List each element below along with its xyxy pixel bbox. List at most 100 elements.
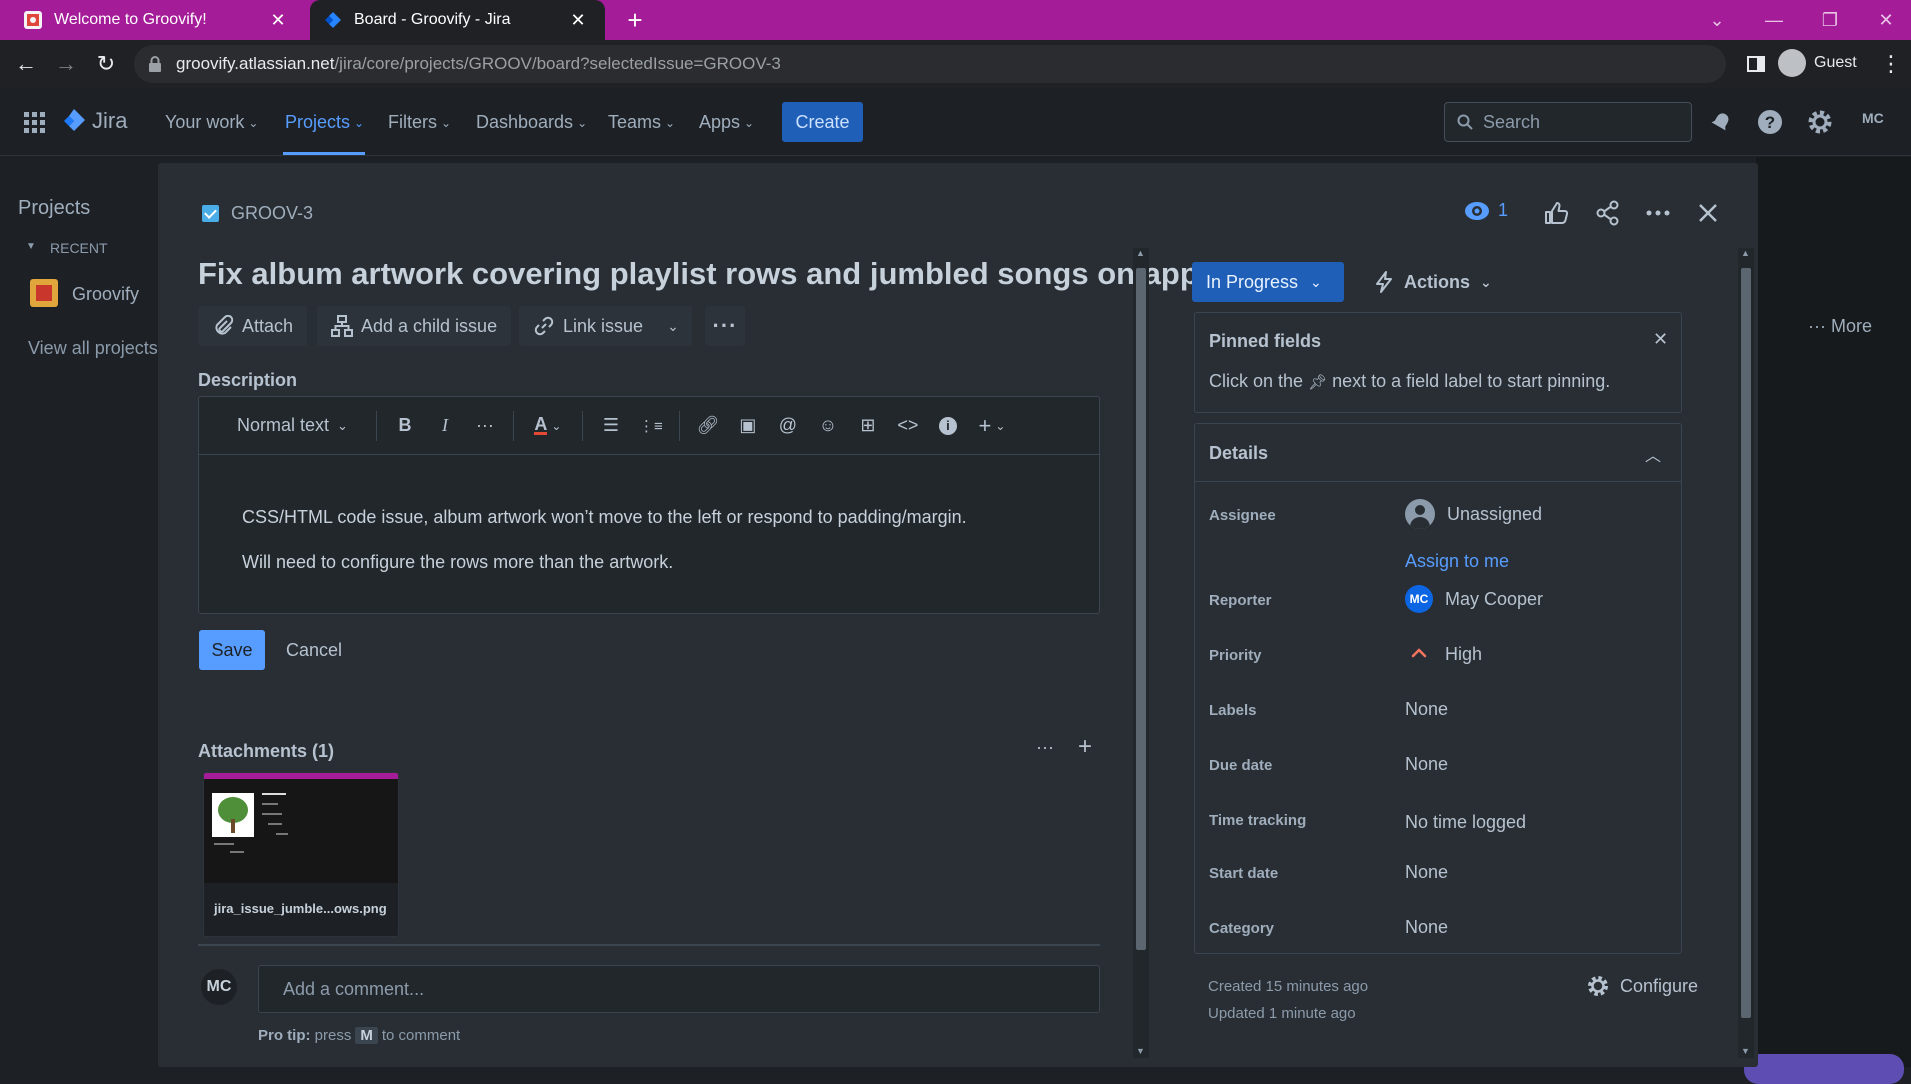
more-actions-icon[interactable] xyxy=(1644,199,1672,227)
nav-filters[interactable]: Filters ⌄ xyxy=(388,112,451,133)
actions-dropdown[interactable]: Actions ⌄ xyxy=(1374,262,1492,302)
address-bar[interactable]: groovify.atlassian.net/jira/core/project… xyxy=(134,45,1726,83)
close-tab-icon[interactable]: ✕ xyxy=(569,11,587,29)
assignee-value: Unassigned xyxy=(1447,503,1543,524)
table-icon[interactable]: ⊞ xyxy=(848,408,888,444)
bold-icon[interactable]: B xyxy=(385,408,425,444)
link-issue-dropdown[interactable]: ⌄ xyxy=(654,306,692,346)
text-style-dropdown[interactable]: Normal text ⌄ xyxy=(237,415,368,436)
search-input[interactable]: Search xyxy=(1444,102,1692,142)
chevron-up-icon[interactable]: ︿ xyxy=(1645,442,1661,466)
toolbar-divider xyxy=(512,410,514,441)
nav-projects[interactable]: Projects ⌄ xyxy=(285,112,364,133)
board-more-button[interactable]: ··· More xyxy=(1808,316,1872,337)
save-button[interactable]: Save xyxy=(199,630,265,670)
share-icon[interactable] xyxy=(1594,199,1622,227)
add-attachment-icon[interactable]: + xyxy=(1078,733,1092,761)
priority-field[interactable]: High xyxy=(1405,640,1482,668)
watch-button[interactable]: 1 xyxy=(1464,200,1508,221)
sidebar-item-groovify[interactable]: Groovify xyxy=(72,284,139,305)
view-all-projects-link[interactable]: View all projects xyxy=(28,338,158,359)
issue-key-breadcrumb[interactable]: GROOV-3 xyxy=(202,203,313,224)
back-icon[interactable]: ← xyxy=(12,50,40,78)
tab-search-icon[interactable]: ⌄ xyxy=(1703,6,1731,34)
details-header[interactable]: Details ︿ xyxy=(1195,424,1681,482)
panel-scrollbar[interactable]: ▲ ▼ xyxy=(1738,248,1754,1058)
browser-menu-icon[interactable]: ⋮ xyxy=(1880,50,1902,78)
description-content[interactable]: CSS/HTML code issue, album artwork won’t… xyxy=(242,495,967,585)
close-tab-icon[interactable]: ✕ xyxy=(269,11,287,29)
minimize-icon[interactable]: — xyxy=(1760,6,1788,34)
code-icon[interactable]: <> xyxy=(888,408,928,444)
description-paragraph: CSS/HTML code issue, album artwork won’t… xyxy=(242,507,967,527)
scroll-down-icon[interactable]: ▼ xyxy=(1136,1046,1145,1056)
scroll-up-icon[interactable]: ▲ xyxy=(1136,248,1145,258)
numbered-list-icon[interactable]: ⋮≡ xyxy=(631,408,671,444)
scroll-down-icon[interactable]: ▼ xyxy=(1741,1046,1750,1056)
nav-teams[interactable]: Teams ⌄ xyxy=(608,112,675,133)
reporter-field[interactable]: MC May Cooper xyxy=(1405,585,1543,613)
image-icon[interactable]: ▣ xyxy=(728,408,768,444)
nav-your-work[interactable]: Your work ⌄ xyxy=(165,112,258,133)
main-scrollbar[interactable]: ▲ ▼ xyxy=(1133,248,1149,1058)
close-window-icon[interactable]: ✕ xyxy=(1872,6,1900,34)
time-tracking-value[interactable]: No time logged xyxy=(1405,812,1526,833)
comment-input[interactable]: Add a comment... xyxy=(258,965,1100,1013)
app-switcher-icon[interactable] xyxy=(24,112,46,134)
attach-button[interactable]: Attach xyxy=(198,306,308,346)
side-panel-icon[interactable] xyxy=(1742,50,1770,78)
scroll-up-icon[interactable]: ▲ xyxy=(1741,248,1750,258)
link-issue-button[interactable]: Link issue xyxy=(519,306,658,346)
configure-button[interactable]: Configure xyxy=(1586,974,1698,998)
sidebar-recent-heading[interactable]: RECENT xyxy=(26,240,108,256)
reload-icon[interactable]: ↻ xyxy=(92,50,120,78)
notifications-icon[interactable] xyxy=(1707,108,1735,136)
settings-gear-icon[interactable] xyxy=(1806,108,1834,136)
thumbs-up-icon[interactable] xyxy=(1542,199,1570,227)
help-icon[interactable]: ? xyxy=(1756,108,1784,136)
bullet-list-icon[interactable]: ☰ xyxy=(591,408,631,444)
more-formatting-icon[interactable]: ··· xyxy=(465,408,505,444)
jira-top-nav: Jira Your work ⌄ Projects ⌄ Filters ⌄ Dashb… xyxy=(0,88,1911,156)
restore-icon[interactable]: ❐ xyxy=(1816,6,1844,34)
nav-dashboards[interactable]: Dashboards ⌄ xyxy=(476,112,587,133)
browser-tab-jira[interactable]: Board - Groovify - Jira ✕ xyxy=(310,0,605,40)
labels-value[interactable]: None xyxy=(1405,699,1448,720)
forward-icon[interactable]: → xyxy=(52,50,80,78)
add-child-issue-button[interactable]: Add a child issue xyxy=(317,306,512,346)
category-value[interactable]: None xyxy=(1405,917,1448,938)
browser-tab-groovify[interactable]: Welcome to Groovify! ✕ xyxy=(0,0,305,40)
emoji-icon[interactable]: ☺ xyxy=(808,408,848,444)
issue-title[interactable]: Fix album artwork covering playlist rows… xyxy=(198,256,1199,292)
board-background xyxy=(1756,157,1911,1067)
status-dropdown[interactable]: In Progress ⌄ xyxy=(1192,262,1344,302)
text-color-icon[interactable]: A ⌄ xyxy=(522,408,574,444)
scrollbar-thumb[interactable] xyxy=(1741,268,1751,1018)
assignee-field[interactable]: Unassigned xyxy=(1405,499,1542,529)
assign-to-me-link[interactable]: Assign to me xyxy=(1405,551,1509,572)
due-date-value[interactable]: None xyxy=(1405,754,1448,775)
profile-button[interactable]: Guest xyxy=(1778,45,1857,81)
attachments-more-icon[interactable]: ··· xyxy=(1036,737,1054,758)
link-icon[interactable]: 🔗︎ xyxy=(688,408,728,444)
new-tab-icon[interactable]: + xyxy=(623,7,647,33)
start-date-value[interactable]: None xyxy=(1405,862,1448,883)
mention-icon[interactable]: @ xyxy=(768,408,808,444)
attachment-card[interactable]: jira_issue_jumble...ows.png xyxy=(203,772,399,937)
cancel-button[interactable]: Cancel xyxy=(286,630,342,670)
more-issue-actions-button[interactable]: ··· xyxy=(705,306,745,346)
description-editor[interactable]: Normal text ⌄ B I ··· A ⌄ ☰ ⋮≡ 🔗︎ ▣ @ ☺ ⊞ … xyxy=(198,396,1100,614)
italic-icon[interactable]: I xyxy=(425,408,465,444)
jira-logo[interactable]: Jira xyxy=(62,108,127,134)
priority-value: High xyxy=(1445,643,1483,664)
info-panel-icon[interactable]: i xyxy=(928,408,968,444)
insert-plus-icon[interactable]: + ⌄ xyxy=(968,408,1016,444)
user-avatar[interactable]: MC xyxy=(1862,110,1884,126)
create-button[interactable]: Create xyxy=(782,102,863,142)
tab-title: Board - Groovify - Jira xyxy=(354,11,511,28)
hint-text: next to a field label to start pinning. xyxy=(1332,371,1611,391)
close-icon[interactable]: ✕ xyxy=(1653,329,1668,350)
nav-apps[interactable]: Apps ⌄ xyxy=(699,112,754,133)
close-icon[interactable] xyxy=(1694,199,1722,227)
scrollbar-thumb[interactable] xyxy=(1136,268,1146,950)
